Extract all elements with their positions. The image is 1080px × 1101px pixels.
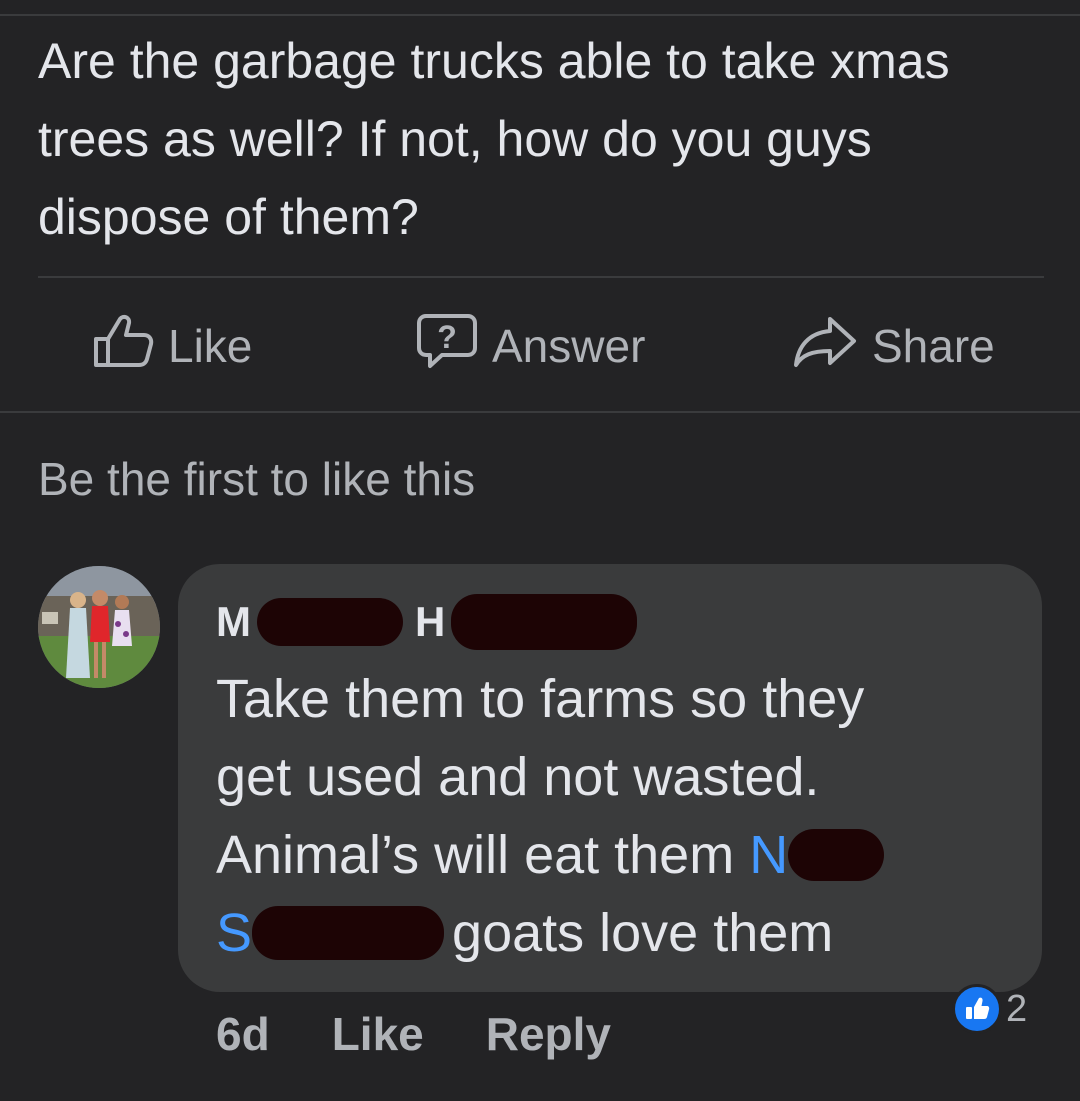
post-divider (38, 276, 1044, 278)
comment-line-3: Animal’s will eat them N (216, 816, 1036, 894)
comment-author[interactable]: M H (216, 594, 638, 650)
question-bubble-icon: ? (416, 312, 492, 381)
comment-reactions[interactable]: 2 (952, 984, 1027, 1034)
redaction-mention-1 (788, 829, 885, 881)
like-button[interactable]: Like (92, 300, 252, 392)
comment-line-2: get used and not wasted. (216, 747, 820, 807)
comment-text: Take them to farms so they get used and … (216, 660, 1036, 972)
comment-like-button[interactable]: Like (332, 1007, 424, 1061)
svg-text:?: ? (437, 319, 457, 355)
comment-meta: 6d Like Reply (216, 998, 673, 1070)
author-last-initial: H (415, 598, 446, 645)
redaction-author-first (257, 598, 403, 646)
comment-reply-button[interactable]: Reply (486, 1007, 611, 1061)
redaction-author-last (451, 594, 638, 650)
top-divider (0, 14, 1080, 16)
comment-line-1: Take them to farms so they (216, 669, 865, 729)
comment-line-4-text: goats love them (452, 903, 834, 963)
comment-line-3-text: Animal’s will eat them (216, 825, 750, 885)
like-button-label: Like (168, 320, 253, 372)
mention-tag-1[interactable]: N (749, 816, 788, 894)
answer-button-label: Answer (492, 320, 646, 372)
mention-tag-2[interactable]: S (216, 894, 252, 972)
answer-button[interactable]: ? Answer (416, 300, 645, 392)
likes-summary[interactable]: Be the first to like this (38, 452, 475, 506)
share-button-label: Share (872, 320, 995, 372)
thumbs-up-icon (92, 313, 168, 380)
share-arrow-icon (792, 313, 872, 380)
post-question: Are the garbage trucks able to take xmas… (38, 33, 950, 245)
redaction-mention-2 (252, 906, 445, 960)
comment-timestamp[interactable]: 6d (216, 1007, 270, 1061)
reaction-count: 2 (1006, 987, 1028, 1030)
author-first-initial: M (216, 598, 251, 645)
comment-bubble: M H Take them to farms so they get used … (178, 564, 1042, 992)
commenter-avatar[interactable] (38, 566, 160, 688)
post-action-bar: Like ? Answer Share (0, 300, 1080, 392)
actions-divider (0, 411, 1080, 413)
share-button[interactable]: Share (792, 300, 995, 392)
comment-line-4: S goats love them (216, 894, 1036, 972)
thumbs-up-icon (952, 984, 1002, 1034)
